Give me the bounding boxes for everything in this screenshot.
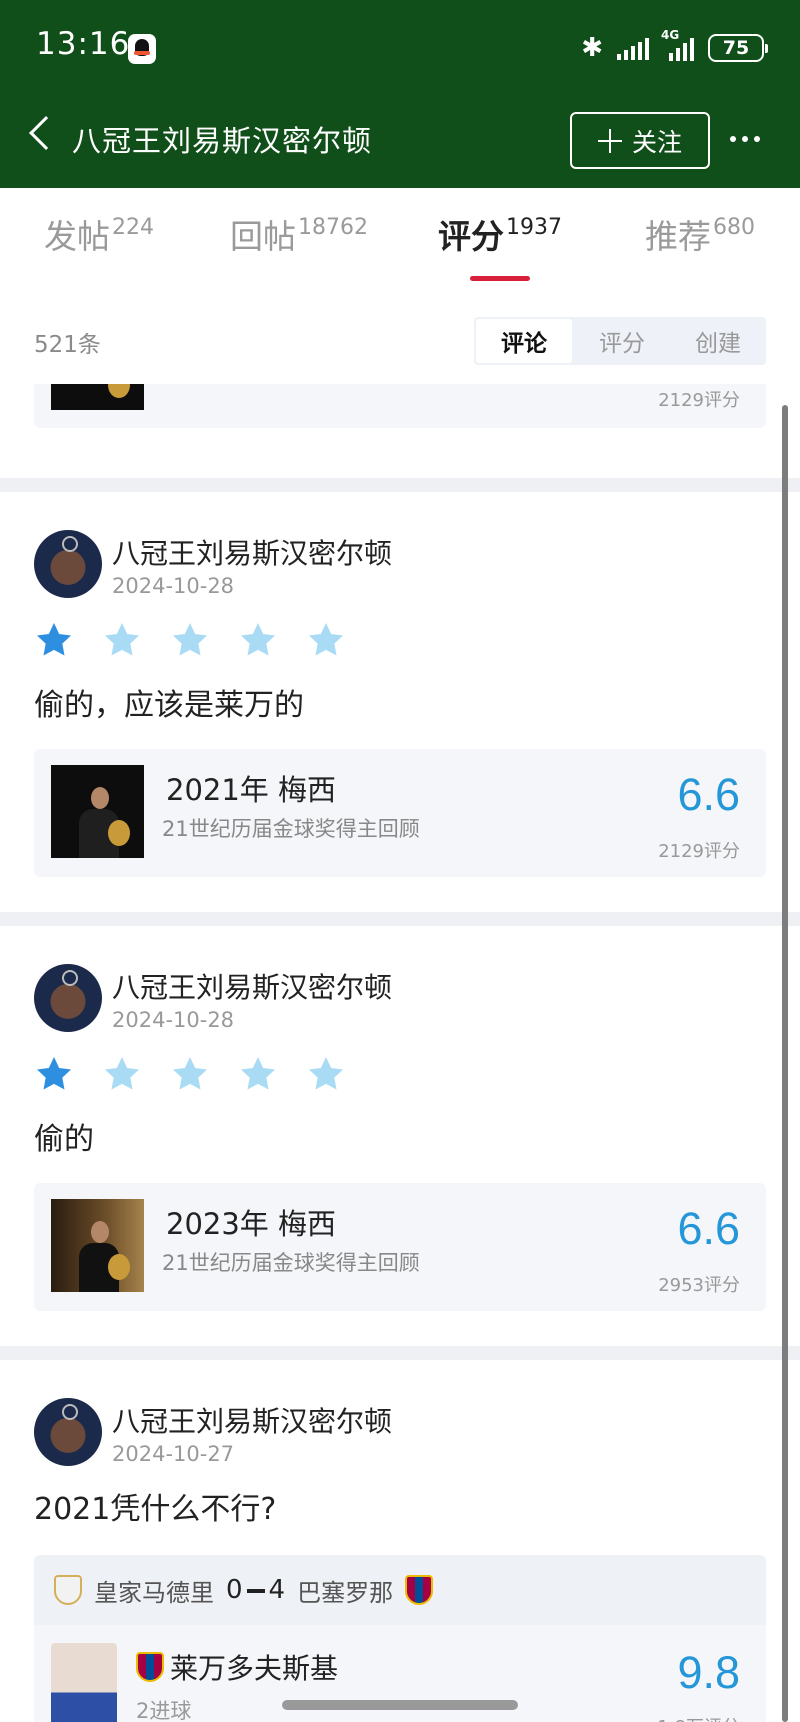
star-icon-filled bbox=[37, 623, 71, 656]
subject-thumbnail bbox=[51, 765, 144, 858]
match-header[interactable]: 皇家马德里 04 巴塞罗那 bbox=[34, 1555, 766, 1625]
status-icons: ✱ 4G 75 bbox=[581, 28, 768, 66]
profile-tabs: 发帖224 回帖18762 评分1937 推荐680 bbox=[0, 188, 800, 288]
rating-count: 1.8万评分 bbox=[657, 1713, 740, 1722]
away-team: 巴塞罗那 bbox=[297, 1578, 394, 1607]
tab-posts[interactable]: 发帖224 bbox=[44, 210, 154, 258]
app-header: 13:16 ✱ 4G 75 八冠王刘易斯汉密尔顿 关注 bbox=[0, 0, 800, 188]
star-icon-filled bbox=[37, 1057, 71, 1090]
subject-card[interactable]: 2023年 梅西 21世纪历届金球奖得主回顾 6.6 2953评分 bbox=[34, 1183, 766, 1311]
subject-subtitle: 21世纪历届金球奖得主回顾 bbox=[162, 817, 420, 841]
star-icon bbox=[105, 1057, 139, 1090]
subject-thumbnail bbox=[51, 384, 144, 410]
post-date: 2024-10-28 bbox=[112, 574, 235, 598]
subject-thumbnail bbox=[51, 1199, 144, 1292]
subject-title: 2023年 梅西 bbox=[166, 1207, 337, 1241]
star-icon bbox=[309, 623, 343, 656]
tab-recommend[interactable]: 推荐680 bbox=[645, 210, 755, 258]
rating-count: 2953评分 bbox=[658, 1275, 740, 1296]
active-tab-indicator bbox=[470, 276, 530, 281]
star-rating bbox=[34, 620, 346, 660]
avatar[interactable] bbox=[34, 530, 102, 598]
plus-icon bbox=[597, 128, 622, 153]
subject-card-partial[interactable]: 2129评分 bbox=[34, 384, 766, 428]
segment-comments[interactable]: 评论 bbox=[476, 319, 572, 363]
post-date: 2024-10-28 bbox=[112, 1008, 235, 1032]
tab-ratings[interactable]: 评分1937 bbox=[438, 210, 562, 258]
player-name: 莱万多夫斯基 bbox=[170, 1652, 339, 1685]
segment-ratings[interactable]: 评分 bbox=[574, 317, 670, 365]
post-text: 2021凭什么不行? bbox=[34, 1492, 277, 1527]
star-icon bbox=[105, 623, 139, 656]
author-name[interactable]: 八冠王刘易斯汉密尔顿 bbox=[112, 1400, 392, 1440]
star-icon bbox=[241, 623, 275, 656]
player-photo bbox=[51, 1643, 117, 1722]
match-card[interactable]: 皇家马德里 04 巴塞罗那 莱万多夫斯基 2进球 9.8 1.8万评分 bbox=[34, 1555, 766, 1722]
divider bbox=[0, 478, 800, 492]
battery-icon: 75 bbox=[708, 34, 768, 62]
page-title: 八冠王刘易斯汉密尔顿 bbox=[72, 124, 373, 158]
result-count: 521条 bbox=[34, 332, 101, 358]
subject-title: 2021年 梅西 bbox=[166, 773, 337, 807]
rating-count: 2129评分 bbox=[658, 841, 740, 862]
avatar[interactable] bbox=[34, 964, 102, 1032]
bluetooth-icon: ✱ bbox=[581, 33, 603, 63]
star-icon bbox=[309, 1057, 343, 1090]
star-icon bbox=[173, 1057, 207, 1090]
network-4g-icon: 4G bbox=[661, 28, 694, 61]
subject-subtitle: 21世纪历届金球奖得主回顾 bbox=[162, 1251, 420, 1275]
feed-list[interactable]: 2129评分 八冠王刘易斯汉密尔顿 2024-10-28 偷的，应该是莱万的 2… bbox=[0, 384, 800, 1722]
subject-score: 6.6 bbox=[677, 769, 740, 820]
post-text: 偷的，应该是莱万的 bbox=[34, 688, 304, 723]
home-team: 皇家马德里 bbox=[94, 1578, 214, 1607]
subject-card[interactable]: 2021年 梅西 21世纪历届金球奖得主回顾 6.6 2129评分 bbox=[34, 749, 766, 877]
qq-notification-icon bbox=[128, 34, 156, 64]
avatar[interactable] bbox=[34, 1398, 102, 1466]
signal-icon bbox=[617, 36, 649, 60]
author-name[interactable]: 八冠王刘易斯汉密尔顿 bbox=[112, 532, 392, 572]
segment-created[interactable]: 创建 bbox=[670, 317, 766, 365]
player-stat: 2进球 bbox=[136, 1699, 192, 1722]
match-score: 04 bbox=[226, 1575, 286, 1605]
author-name[interactable]: 八冠王刘易斯汉密尔顿 bbox=[112, 966, 392, 1006]
tab-replies[interactable]: 回帖18762 bbox=[230, 210, 368, 258]
follow-button[interactable]: 关注 bbox=[570, 112, 710, 169]
follow-label: 关注 bbox=[631, 127, 682, 157]
scrollbar[interactable] bbox=[782, 405, 788, 1722]
status-time: 13:16 bbox=[36, 26, 131, 62]
player-score: 9.8 bbox=[677, 1647, 740, 1698]
rating-count: 2129评分 bbox=[658, 390, 740, 411]
barcelona-crest-icon bbox=[136, 1652, 164, 1682]
post-date: 2024-10-27 bbox=[112, 1442, 235, 1466]
divider bbox=[0, 1346, 800, 1360]
subject-score: 6.6 bbox=[677, 1203, 740, 1254]
star-icon bbox=[241, 1057, 275, 1090]
player-row: 莱万多夫斯基 bbox=[136, 1647, 338, 1687]
divider bbox=[0, 912, 800, 926]
real-madrid-crest-icon bbox=[54, 1575, 82, 1605]
home-indicator[interactable] bbox=[282, 1700, 518, 1710]
post-text: 偷的 bbox=[34, 1122, 94, 1157]
sort-segmented-control: 评论 评分 创建 bbox=[474, 317, 766, 365]
star-rating bbox=[34, 1054, 346, 1094]
back-icon[interactable] bbox=[29, 116, 63, 150]
barcelona-crest-icon bbox=[405, 1575, 434, 1605]
more-options-icon[interactable] bbox=[730, 136, 760, 142]
star-icon bbox=[173, 623, 207, 656]
